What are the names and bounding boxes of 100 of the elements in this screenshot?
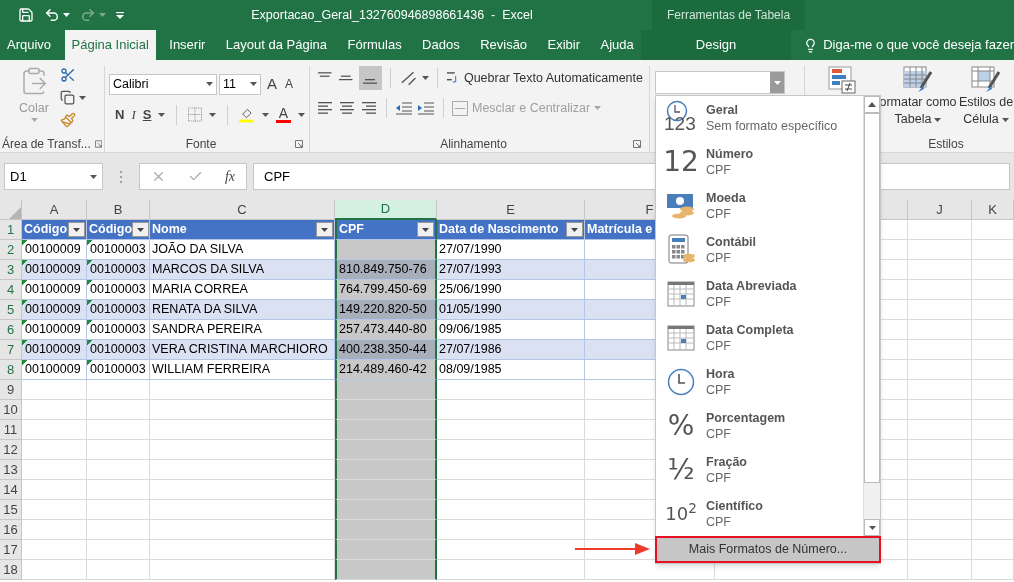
column-header[interactable]: D [335,200,437,220]
conditional-formatting-icon[interactable] [827,66,856,94]
font-name-field[interactable]: Calibri [109,73,217,95]
name-box[interactable]: D1 [4,163,103,190]
ribbon-tab[interactable]: Página Inicial [64,30,156,60]
row-number[interactable]: 15 [0,500,22,520]
number-format-field[interactable] [655,71,785,94]
dropdown-button[interactable] [770,72,784,93]
row-number[interactable]: 3 [0,260,22,280]
row-number[interactable]: 18 [0,560,22,580]
row-number[interactable]: 10 [0,400,22,420]
scroll-thumb[interactable] [864,113,880,483]
scroll-up-icon[interactable] [868,102,876,107]
ribbon-tab[interactable]: Layout da Página [218,30,335,60]
grid-cell [908,320,972,340]
filter-button[interactable] [566,222,583,237]
orientation-icon[interactable] [399,69,419,87]
column-header[interactable]: K [972,200,1014,220]
shrink-font-button[interactable]: A [285,75,294,94]
ribbon-tab[interactable]: Fórmulas [340,30,409,60]
ribbon-tab[interactable]: Inserir [162,30,213,60]
dialog-launcher-icon[interactable] [633,139,641,148]
number-format-option[interactable]: Data Abreviada CPF [656,272,863,316]
copy-icon[interactable] [60,90,75,105]
format-painter-icon[interactable] [60,112,76,128]
filter-button[interactable] [417,222,434,237]
fill-color-icon[interactable] [239,106,255,123]
grid-cell [22,460,87,480]
filter-button[interactable] [68,222,85,237]
row-number[interactable]: 1 [0,220,22,240]
number-format-option[interactable]: Data Completa CPF [656,316,863,360]
row-number[interactable]: 8 [0,360,22,380]
scroll-down-button[interactable] [864,519,880,536]
save-icon[interactable] [18,7,34,23]
bold-button[interactable]: N [115,104,125,125]
column-header[interactable]: B [87,200,150,220]
ribbon-tab[interactable]: Ajuda [593,30,641,60]
table-cell: 08/09/1985 [437,360,585,380]
row-number[interactable]: 13 [0,460,22,480]
table-cell: 27/07/1993 [437,260,585,280]
more-number-formats-button[interactable]: Mais Formatos de Número... [655,536,881,563]
undo-icon[interactable] [44,7,60,23]
ribbon-tab[interactable]: Revisão [473,30,535,60]
column-header[interactable]: A [22,200,87,220]
row-number[interactable]: 14 [0,480,22,500]
tell-me-field[interactable]: Diga-me o que você deseja fazer [823,35,1014,55]
number-format-option[interactable]: Contábil CPF [656,228,863,272]
row-number[interactable]: 17 [0,540,22,560]
italic-button[interactable]: I [131,104,136,125]
caret-icon [137,227,145,232]
align-center-icon[interactable] [338,100,356,116]
ribbon-tab[interactable]: Arquivo [0,30,59,60]
row-number[interactable]: 16 [0,520,22,540]
dialog-launcher-icon[interactable] [94,139,102,148]
font-color-button[interactable]: A [276,106,291,123]
table-cell: SANDRA PEREIRA [150,320,335,340]
cell-styles-button[interactable]: Estilos de Célula [958,66,1014,135]
context-tab-group-title: Ferramentas de Tabela [666,7,791,24]
row-number[interactable]: 5 [0,300,22,320]
column-header[interactable]: E [437,200,585,220]
scrollbar[interactable] [863,96,880,536]
ribbon-tab[interactable]: Dados [415,30,467,60]
row-number[interactable]: 7 [0,340,22,360]
wrap-text-button[interactable]: Quebrar Texto Automaticamente [463,68,643,88]
ribbon-tab[interactable]: Exibir [540,30,588,60]
group-label: Alinhamento [439,135,508,153]
grid-cell [972,360,1014,380]
decrease-indent-icon[interactable] [395,100,413,116]
increase-indent-icon[interactable] [417,100,435,116]
align-left-icon[interactable] [316,100,334,116]
underline-button[interactable]: S [142,104,152,125]
number-format-option[interactable]: Hora CPF [656,360,863,404]
money-coins-icon [666,191,696,221]
row-number[interactable]: 11 [0,420,22,440]
ribbon-tab[interactable]: Design [640,30,792,60]
number-format-option[interactable]: 10$^{2}$ Científico CPF [656,492,863,536]
row-number[interactable]: 2 [0,240,22,260]
column-header[interactable]: J [908,200,972,220]
caret-icon [30,117,38,122]
format-as-table-button[interactable]: ormatar como Tabela [878,66,958,135]
grow-font-button[interactable]: A [267,73,277,96]
row-number[interactable]: 4 [0,280,22,300]
cut-icon[interactable] [60,67,76,83]
font-size-field[interactable]: 11 [219,73,261,95]
insert-function-button[interactable]: fx [224,166,235,187]
filter-button[interactable] [316,222,333,237]
row-number[interactable]: 12 [0,440,22,460]
row-number[interactable]: 6 [0,320,22,340]
customize-toolbar-icon[interactable] [116,11,124,19]
row-number[interactable]: 9 [0,380,22,400]
scroll-up-button[interactable] [864,96,880,113]
table-cell: 00100003 [87,360,150,380]
caret-icon [250,82,257,87]
dialog-launcher-icon[interactable] [295,139,303,148]
align-right-icon[interactable] [360,100,378,116]
table-cell: 00100003 [87,260,150,280]
grid-cell [972,380,1014,400]
column-header[interactable]: C [150,200,335,220]
filter-button[interactable] [132,222,150,237]
grid-cell [87,500,150,520]
